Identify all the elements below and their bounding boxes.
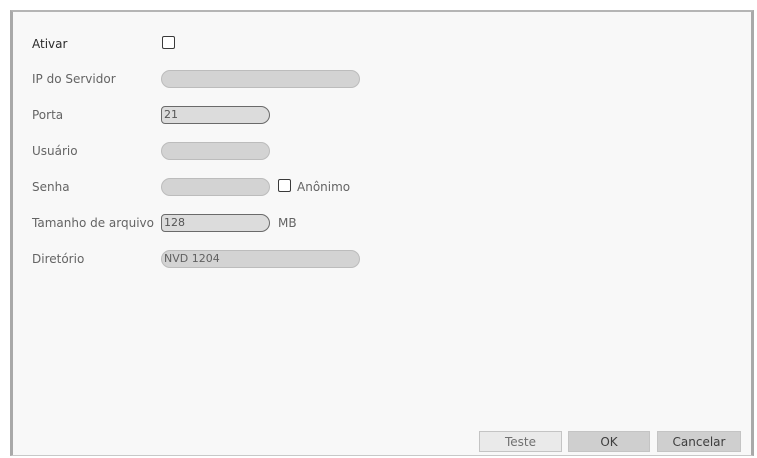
server-ip-label: IP do Servidor: [32, 72, 116, 86]
enable-checkbox[interactable]: [162, 36, 175, 49]
directory-field[interactable]: NVD 1204: [161, 250, 360, 268]
file-size-label: Tamanho de arquivo: [32, 216, 154, 230]
password-field[interactable]: [161, 178, 270, 196]
password-label: Senha: [32, 180, 70, 194]
port-field[interactable]: 21: [161, 106, 270, 124]
file-size-field[interactable]: 128: [161, 214, 270, 232]
cancel-button[interactable]: Cancelar: [657, 431, 741, 452]
server-ip-field[interactable]: [161, 70, 360, 88]
test-button[interactable]: Teste: [479, 431, 562, 452]
port-label: Porta: [32, 108, 64, 122]
file-size-unit: MB: [278, 216, 297, 230]
username-field[interactable]: [161, 142, 270, 160]
enable-label: Ativar: [32, 37, 68, 51]
directory-label: Diretório: [32, 252, 85, 266]
username-label: Usuário: [32, 144, 78, 158]
settings-panel: [10, 10, 754, 456]
anonymous-checkbox[interactable]: [278, 179, 291, 192]
ok-button[interactable]: OK: [568, 431, 650, 452]
anonymous-label: Anônimo: [297, 180, 351, 194]
